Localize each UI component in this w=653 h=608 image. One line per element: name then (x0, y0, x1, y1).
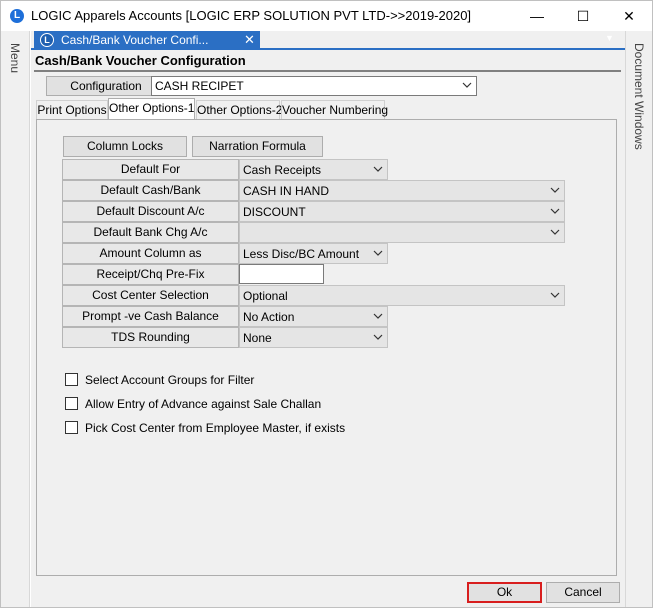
tds-rounding-label: TDS Rounding (62, 327, 239, 348)
maximize-button[interactable]: ☐ (560, 1, 606, 31)
cancel-button[interactable]: Cancel (546, 582, 620, 603)
chevron-down-icon (462, 82, 472, 88)
checkbox-label: Pick Cost Center from Employee Master, i… (85, 421, 346, 435)
chevron-down-icon (373, 313, 383, 319)
default-cash-bank-select[interactable]: CASH IN HAND (239, 180, 565, 201)
chevron-down-icon (550, 229, 560, 235)
minimize-button[interactable]: — (514, 1, 560, 31)
prompt-negative-cash-value: No Action (243, 310, 295, 324)
checkbox-box[interactable] (65, 397, 78, 410)
configuration-button[interactable]: Configuration (46, 76, 166, 96)
form-heading: Cash/Bank Voucher Configuration (35, 53, 246, 68)
tab-other-options-2[interactable]: Other Options-2 (196, 100, 282, 121)
default-bank-chg-label: Default Bank Chg A/c (62, 222, 239, 243)
app-logo-icon: L (10, 9, 24, 23)
column-locks-button[interactable]: Column Locks (63, 136, 187, 157)
allow-advance-checkbox[interactable]: Allow Entry of Advance against Sale Chal… (65, 397, 365, 412)
default-discount-label: Default Discount A/c (62, 201, 239, 222)
document-tab-strip: L Cash/Bank Voucher Confi... ✕ ▼ (31, 31, 625, 50)
default-bank-chg-select[interactable] (239, 222, 565, 243)
document-windows-rail[interactable]: Document Windows (625, 31, 652, 607)
chevron-down-icon (373, 250, 383, 256)
tds-rounding-value: None (243, 331, 272, 345)
cost-center-selection-label: Cost Center Selection (62, 285, 239, 306)
checkbox-label: Allow Entry of Advance against Sale Chal… (85, 397, 322, 411)
receipt-prefix-input[interactable] (239, 264, 324, 284)
receipt-prefix-label: Receipt/Chq Pre-Fix (62, 264, 239, 285)
default-for-select[interactable]: Cash Receipts (239, 159, 388, 180)
select-account-groups-checkbox[interactable]: Select Account Groups for Filter (65, 373, 365, 388)
tab-other-options-1[interactable]: Other Options-1 (108, 98, 195, 121)
default-for-value: Cash Receipts (243, 163, 322, 177)
close-tab-icon[interactable]: ✕ (244, 32, 255, 48)
close-button[interactable]: ✕ (606, 1, 652, 31)
default-cash-bank-value: CASH IN HAND (243, 184, 330, 198)
app-logo-icon: L (40, 33, 54, 47)
default-discount-value: DISCOUNT (243, 205, 306, 219)
checkbox-label: Select Account Groups for Filter (85, 373, 255, 387)
default-for-label: Default For (62, 159, 239, 180)
default-discount-select[interactable]: DISCOUNT (239, 201, 565, 222)
checkbox-box[interactable] (65, 421, 78, 434)
pick-cost-center-checkbox[interactable]: Pick Cost Center from Employee Master, i… (65, 421, 385, 436)
amount-column-label: Amount Column as (62, 243, 239, 264)
window-title: LOGIC Apparels Accounts [LOGIC ERP SOLUT… (31, 8, 472, 23)
tab-print-options[interactable]: Print Options (36, 100, 108, 121)
chevron-down-icon (550, 292, 560, 298)
menu-rail-label[interactable]: Menu (8, 43, 22, 73)
title-bar: L LOGIC Apparels Accounts [LOGIC ERP SOL… (1, 1, 652, 31)
document-tab[interactable]: L Cash/Bank Voucher Confi... ✕ (34, 31, 260, 50)
cost-center-selection-value: Optional (243, 289, 288, 303)
prompt-negative-cash-label: Prompt -ve Cash Balance (62, 306, 239, 327)
ok-button[interactable]: Ok (467, 582, 542, 603)
configuration-select[interactable]: CASH RECIPET (151, 76, 477, 96)
document-windows-label[interactable]: Document Windows (632, 43, 646, 150)
heading-divider (34, 70, 621, 72)
cost-center-selection-select[interactable]: Optional (239, 285, 565, 306)
default-cash-bank-label: Default Cash/Bank (62, 180, 239, 201)
prompt-negative-cash-select[interactable]: No Action (239, 306, 388, 327)
narration-formula-button[interactable]: Narration Formula (192, 136, 323, 157)
chevron-down-icon (373, 166, 383, 172)
app-window: L LOGIC Apparels Accounts [LOGIC ERP SOL… (0, 0, 653, 608)
tab-voucher-numbering[interactable]: Voucher Numbering (281, 100, 388, 121)
menu-rail[interactable]: Menu (1, 31, 30, 607)
tds-rounding-select[interactable]: None (239, 327, 388, 348)
chevron-down-icon (550, 187, 560, 193)
document-tab-label: Cash/Bank Voucher Confi... (61, 33, 209, 47)
chevron-down-icon (550, 208, 560, 214)
amount-column-select[interactable]: Less Disc/BC Amount (239, 243, 388, 264)
tab-list-dropdown-icon[interactable]: ▼ (605, 33, 614, 43)
checkbox-box[interactable] (65, 373, 78, 386)
chevron-down-icon (373, 334, 383, 340)
amount-column-value: Less Disc/BC Amount (243, 247, 360, 261)
form-area: Cash/Bank Voucher Configuration Configur… (31, 50, 625, 607)
configuration-value: CASH RECIPET (155, 79, 244, 93)
other-options-1-panel: Column Locks Narration Formula Default F… (36, 119, 617, 576)
